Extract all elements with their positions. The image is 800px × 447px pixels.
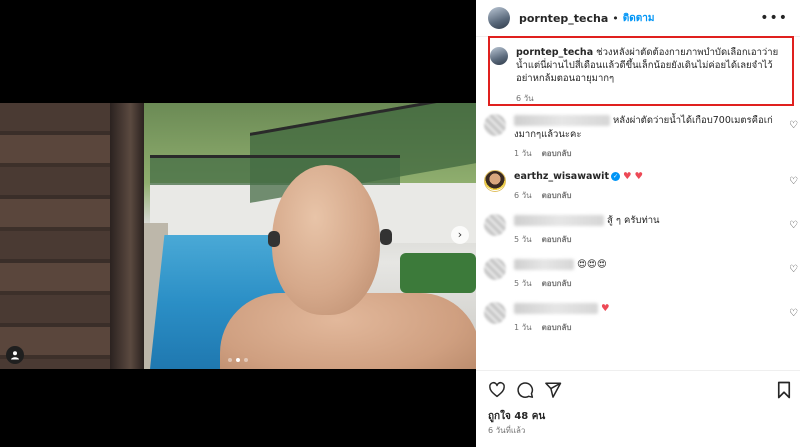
comment-text: 😍😍😍 [577,259,607,270]
post-photo[interactable] [0,103,476,369]
save-bookmark-button[interactable] [776,381,792,399]
comment-item: earthz_wisawawit ✓ ♥ ♥ 6 วัน ตอบกลับ ♡ [484,170,800,214]
like-count[interactable]: ถูกใจ 48 คน [488,409,545,424]
comment-text: ♥ ♥ [623,171,644,182]
action-icons [488,381,562,399]
comment-text: สู้ ๆ ครับท่าน [607,215,660,226]
photo-plants [400,253,476,293]
post-header: porntep_techa • ติดตาม ••• [476,0,800,37]
comment-item: ♥ 1 วัน ตอบกลับ ♡ [484,302,800,346]
bookmark-icon [777,381,791,399]
author-username[interactable]: porntep_techa [519,12,608,25]
follow-button[interactable]: ติดตาม [623,11,655,26]
comment-time: 6 วัน [514,191,532,200]
comment-text: ♥ [601,303,610,314]
tagged-user-button[interactable] [6,346,24,364]
share-send-icon[interactable] [544,381,562,399]
photo-person-head [272,165,380,315]
user-icon [11,351,19,360]
comment-bubble-icon[interactable] [516,381,534,399]
carousel-next-button[interactable]: › [451,226,469,244]
comment-username-blurred[interactable] [514,303,598,314]
caption-time: 6 วัน [516,94,534,103]
post-actions: ถูกใจ 48 คน 6 วันที่แล้ว [476,370,800,447]
earbud-right [380,229,392,245]
post-side-panel: porntep_techa • ติดตาม ••• porntep_techa… [476,0,800,447]
comment-avatar[interactable] [484,214,506,236]
post-date: 6 วันที่แล้ว [488,426,526,435]
author-avatar[interactable] [488,7,510,29]
caption-text-block: porntep_techa ช่วงหลังผ่าตัดต้องกายภาพบำ… [516,46,786,85]
reply-button[interactable]: ตอบกลับ [542,235,572,244]
header-separator: • [612,11,619,25]
comment-avatar[interactable] [484,170,506,192]
comment-username[interactable]: earthz_wisawawit [514,171,609,182]
comment-time: 5 วัน [514,235,532,244]
comment-time: 1 วัน [514,149,532,158]
reply-button[interactable]: ตอบกลับ [542,191,572,200]
comment-item: 😍😍😍 5 วัน ตอบกลับ ♡ [484,258,800,302]
comment-time: 5 วัน [514,279,532,288]
comment-item: หลังผ่าตัดว่ายน้ำได้เกือบ700เมตรคือเก่งม… [484,114,800,162]
photo-glass-fence-back [150,155,400,185]
photo-door-frame [110,103,144,369]
reply-button[interactable]: ตอบกลับ [542,323,572,332]
comment-username-blurred[interactable] [514,115,610,126]
photo-brick-wall [0,103,112,369]
comment-avatar[interactable] [484,114,506,136]
comment-username-blurred[interactable] [514,215,604,226]
post-media: › [0,0,476,447]
reply-button[interactable]: ตอบกลับ [542,279,572,288]
verified-badge-icon: ✓ [610,172,620,181]
comment-list: หลังผ่าตัดว่ายน้ำได้เกือบ700เมตรคือเก่งม… [484,114,800,346]
carousel-dot [236,358,240,362]
comment-avatar[interactable] [484,258,506,280]
reply-button[interactable]: ตอบกลับ [542,149,572,158]
carousel-indicator [228,358,248,362]
like-comment-heart-icon[interactable]: ♡ [789,120,798,131]
like-heart-icon[interactable] [488,381,506,399]
like-comment-heart-icon[interactable]: ♡ [789,220,798,231]
like-comment-heart-icon[interactable]: ♡ [789,176,798,187]
post-caption: porntep_techa ช่วงหลังผ่าตัดต้องกายภาพบำ… [490,46,786,105]
comment-avatar[interactable] [484,302,506,324]
like-comment-heart-icon[interactable]: ♡ [789,308,798,319]
like-comment-heart-icon[interactable]: ♡ [789,264,798,275]
more-options-icon[interactable]: ••• [760,10,788,26]
carousel-dot [228,358,232,362]
carousel-dot [244,358,248,362]
caption-avatar[interactable] [490,47,508,65]
comment-item: สู้ ๆ ครับท่าน 5 วัน ตอบกลับ ♡ [484,214,800,258]
caption-username[interactable]: porntep_techa [516,47,593,58]
comment-time: 1 วัน [514,323,532,332]
comment-username-blurred[interactable] [514,259,574,270]
earbud-left [268,231,280,247]
